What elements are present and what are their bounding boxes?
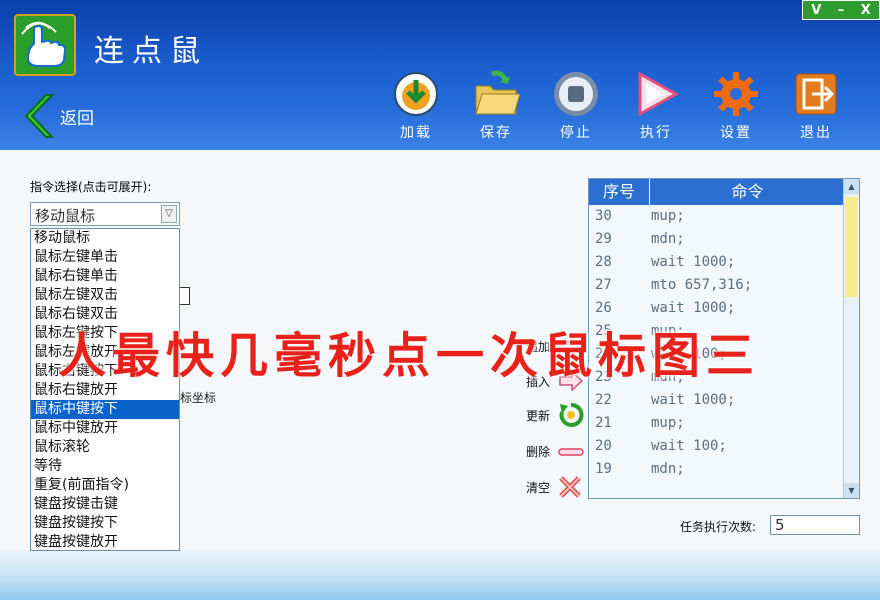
- stop-label: 停止: [560, 125, 592, 141]
- dropdown-option[interactable]: 键盘按键按下: [31, 514, 179, 533]
- row-command: mto 657,316;: [651, 277, 753, 293]
- row-command: mdn;: [651, 461, 685, 477]
- update-button[interactable]: 更新: [526, 402, 584, 428]
- load-button[interactable]: 加载: [386, 70, 446, 142]
- dropdown-option[interactable]: 鼠标左键单击: [31, 248, 179, 267]
- command-select-label: 指令选择(点击可展开):: [30, 180, 152, 194]
- back-arrow-icon: [24, 94, 54, 138]
- settings-button[interactable]: 设置: [706, 70, 766, 142]
- overlay-caption: 人最快几毫秒点一次鼠标图三: [58, 328, 761, 384]
- scroll-up-icon[interactable]: ▲: [844, 179, 859, 194]
- list-item[interactable]: 30 mup;: [589, 205, 845, 228]
- row-command: wait 1000;: [651, 392, 736, 408]
- task-count-input[interactable]: 5: [770, 515, 860, 535]
- stop-button[interactable]: 停止: [546, 70, 606, 142]
- stop-icon: [552, 70, 600, 118]
- window-controls: V – X: [802, 0, 880, 20]
- minimize-to-tray-button[interactable]: V: [811, 3, 821, 18]
- minus-icon: [558, 447, 584, 456]
- column-header-command[interactable]: 命令: [650, 179, 845, 205]
- load-label: 加载: [400, 125, 432, 141]
- command-select[interactable]: 移动鼠标 ▽: [30, 202, 180, 226]
- command-select-value: 移动鼠标: [35, 207, 96, 225]
- list-item[interactable]: 28 wait 1000;: [589, 251, 845, 274]
- scrollbar[interactable]: ▲ ▼: [843, 179, 859, 498]
- task-count-label: 任务执行次数:: [680, 520, 757, 534]
- dropdown-option[interactable]: 鼠标中键按下: [31, 400, 179, 419]
- run-label: 执行: [640, 125, 672, 141]
- save-label: 保存: [480, 125, 512, 141]
- run-button[interactable]: 执行: [626, 70, 686, 142]
- settings-label: 设置: [720, 125, 752, 141]
- list-item[interactable]: 29 mdn;: [589, 228, 845, 251]
- list-item[interactable]: 20 wait 100;: [589, 435, 845, 458]
- update-label: 更新: [526, 408, 551, 423]
- dropdown-option[interactable]: 重复(前面指令): [31, 476, 179, 495]
- app-title: 连点鼠: [94, 34, 208, 69]
- back-label: 返回: [60, 108, 94, 129]
- coordinate-label: 标坐标: [180, 391, 217, 405]
- list-item[interactable]: 22 wait 1000;: [589, 389, 845, 412]
- row-command: mup;: [651, 208, 685, 224]
- load-icon: [392, 70, 440, 118]
- row-index: 19: [595, 461, 612, 477]
- row-index: 27: [595, 277, 612, 293]
- save-button[interactable]: 保存: [466, 70, 526, 142]
- dropdown-option[interactable]: 键盘按键击键: [31, 495, 179, 514]
- footer-bar: [0, 550, 880, 600]
- exit-icon: [792, 70, 840, 118]
- delete-button[interactable]: 删除: [526, 443, 584, 460]
- command-list-header: 序号 命令: [589, 179, 845, 205]
- dropdown-option[interactable]: 移动鼠标: [31, 229, 179, 248]
- clear-label: 清空: [526, 480, 551, 495]
- list-item[interactable]: 27 mto 657,316;: [589, 274, 845, 297]
- app-logo-icon: [14, 14, 76, 76]
- row-command: mup;: [651, 415, 685, 431]
- column-header-index[interactable]: 序号: [589, 179, 650, 205]
- list-item[interactable]: 21 mup;: [589, 412, 845, 435]
- dropdown-option[interactable]: 鼠标滚轮: [31, 438, 179, 457]
- row-index: 21: [595, 415, 612, 431]
- row-index: 20: [595, 438, 612, 454]
- clear-x-icon: [559, 476, 581, 498]
- row-index: 22: [595, 392, 612, 408]
- back-button[interactable]: 返回: [20, 92, 94, 140]
- row-index: 30: [595, 208, 612, 224]
- minimize-button[interactable]: –: [838, 3, 845, 18]
- exit-label: 退出: [800, 125, 832, 141]
- command-dropdown-list[interactable]: 移动鼠标 鼠标左键单击 鼠标右键单击 鼠标左键双击 鼠标右键双击 鼠标左键按下 鼠标左键放开…: [30, 228, 180, 551]
- dropdown-option[interactable]: 鼠标中键放开: [31, 419, 179, 438]
- row-command: wait 1000;: [651, 254, 736, 270]
- play-icon: [632, 70, 680, 118]
- clear-button[interactable]: 清空: [526, 475, 582, 499]
- refresh-icon: [559, 403, 584, 427]
- row-index: 29: [595, 231, 612, 247]
- save-icon: [472, 70, 521, 118]
- scrollbar-thumb[interactable]: [845, 197, 858, 297]
- close-button[interactable]: X: [861, 3, 871, 18]
- dropdown-option[interactable]: 键盘按键放开: [31, 533, 179, 552]
- chevron-down-icon[interactable]: ▽: [161, 205, 177, 223]
- exit-button[interactable]: 退出: [786, 70, 846, 142]
- delete-label: 删除: [526, 445, 551, 459]
- row-index: 28: [595, 254, 612, 270]
- app-window: 连点鼠 V – X 返回 加载 保存 停止 执行 设置 退出 指令选择(点击可展…: [0, 0, 880, 600]
- row-command: mdn;: [651, 231, 685, 247]
- dropdown-option[interactable]: 等待: [31, 457, 179, 476]
- row-command: wait 100;: [651, 438, 727, 454]
- dropdown-option[interactable]: 鼠标左键双击: [31, 286, 179, 305]
- dropdown-option[interactable]: 鼠标右键单击: [31, 267, 179, 286]
- list-item[interactable]: 19 mdn;: [589, 458, 845, 481]
- gear-icon: [712, 70, 760, 118]
- scroll-down-icon[interactable]: ▼: [844, 483, 859, 498]
